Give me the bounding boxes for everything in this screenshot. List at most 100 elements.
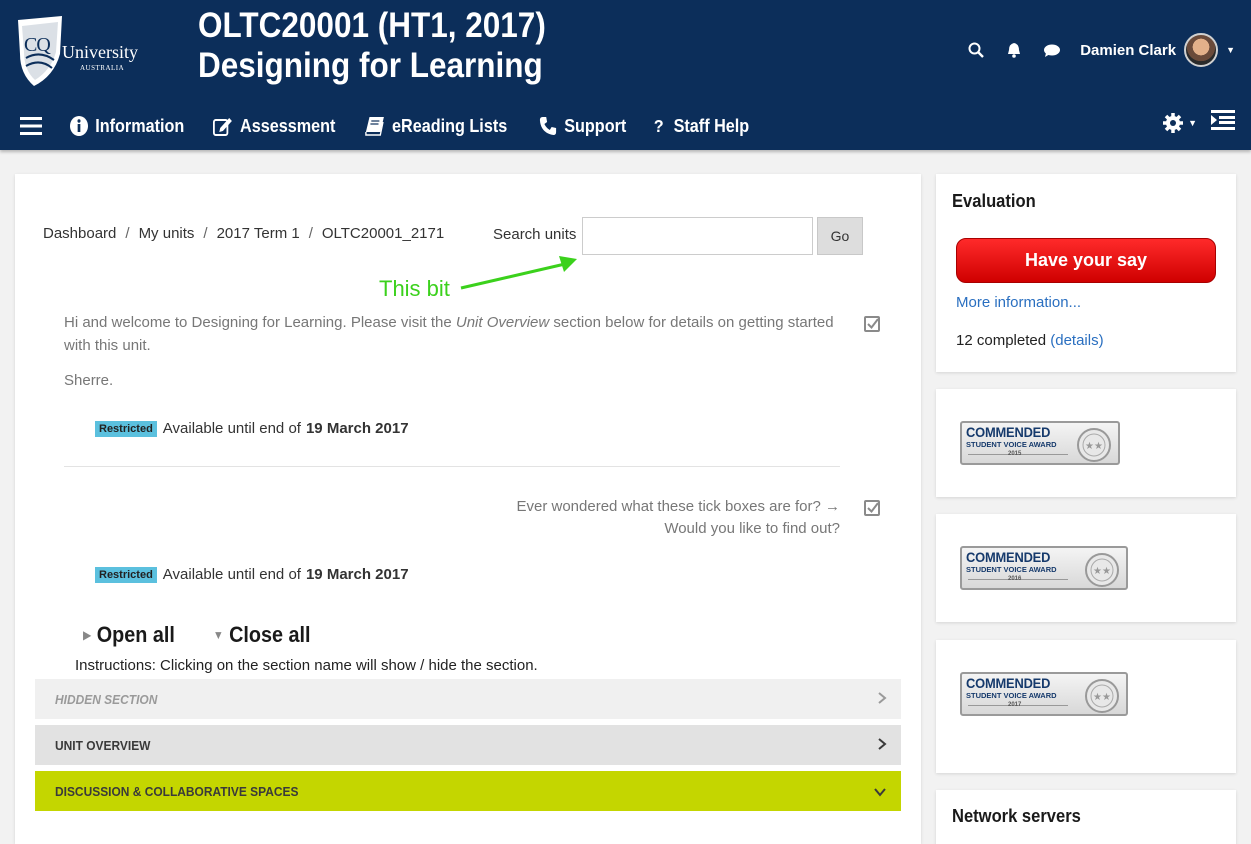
avatar[interactable]	[1184, 33, 1219, 67]
section-toggle-controls: ▶ Open all ▼ Close all	[83, 622, 349, 648]
check-icon	[867, 502, 879, 514]
award-title: COMMENDED	[966, 424, 1051, 440]
section-instructions: Instructions: Clicking on the section na…	[75, 657, 538, 674]
completed-text: 12 completed	[956, 332, 1047, 349]
welcome-message: Hi and welcome to Designing for Learning…	[64, 311, 834, 357]
evaluation-title: Evaluation	[952, 191, 1036, 211]
sidebar-toggle-icon[interactable]	[1211, 110, 1235, 135]
site-header: CQ University AUSTRALIA OLTC20001 (HT1, …	[0, 0, 1251, 150]
caret-right-icon: ▶	[83, 628, 92, 642]
laurel-seal-icon: ★★	[1077, 428, 1111, 462]
nav-item-assessment[interactable]: Assessment	[213, 116, 335, 137]
completion-checkbox[interactable]	[864, 500, 880, 516]
award-year: 2015	[1008, 451, 1022, 457]
evaluation-block: Evaluation Have your say More informatio…	[936, 174, 1236, 372]
restriction-date: 19 March 2017	[305, 566, 409, 583]
svg-text:?: ?	[654, 116, 664, 136]
tick-question-line2: Would you like to find out?	[664, 520, 840, 537]
hamburger-menu-icon[interactable]	[20, 117, 50, 135]
more-information-link[interactable]: More information...	[956, 294, 1081, 311]
section-label: UNIT OVERVIEW	[55, 737, 151, 753]
completed-count: 12 completed (details)	[956, 332, 1104, 349]
logo-university-text: University	[62, 42, 138, 62]
messages-icon[interactable]	[1042, 40, 1062, 60]
search-go-button[interactable]: Go	[817, 217, 863, 255]
question-icon: ?	[654, 116, 664, 136]
breadcrumb: Dashboard / My units / 2017 Term 1 / OLT…	[43, 225, 444, 242]
tick-box-question[interactable]: Ever wondered what these tick boxes are …	[517, 496, 841, 540]
network-servers-block: Network servers	[936, 790, 1236, 844]
breadcrumb-separator: /	[203, 225, 208, 242]
svg-text:★★: ★★	[1093, 566, 1111, 577]
chevron-down-icon: ▼	[1188, 117, 1197, 128]
details-link[interactable]: (details)	[1050, 332, 1103, 349]
cqu-logo[interactable]: CQ University AUSTRALIA	[10, 12, 145, 92]
chevron-right-icon	[878, 738, 887, 750]
phone-icon	[539, 117, 557, 135]
completion-checkbox[interactable]	[864, 316, 880, 332]
search-units-input[interactable]	[582, 217, 813, 255]
laurel-seal-icon: ★★	[1085, 553, 1119, 587]
welcome-text: Hi and welcome to Designing for Learning…	[64, 314, 456, 331]
nav-item-label: Assessment	[240, 115, 336, 136]
close-all-label: Close all	[229, 622, 311, 647]
divider	[64, 466, 840, 467]
search-icon[interactable]	[966, 40, 986, 60]
chevron-down-icon[interactable]: ▼	[1226, 45, 1235, 55]
course-title[interactable]: Designing for Learning	[198, 46, 543, 86]
restriction-text: Available until end of	[162, 566, 301, 583]
close-all-button[interactable]: ▼ Close all	[213, 622, 311, 648]
caret-down-icon: ▼	[213, 628, 224, 642]
bell-icon[interactable]	[1004, 40, 1024, 60]
nav-item-label: Support	[564, 115, 627, 136]
restricted-badge: Restricted	[95, 420, 157, 437]
restriction-text: Available until end of	[162, 420, 301, 437]
award-year: 2016	[1008, 576, 1022, 582]
award-subtitle: STUDENT VOICE AWARD	[966, 440, 1057, 449]
course-code: OLTC20001 (HT1, 2017)	[198, 6, 546, 45]
section-discussion[interactable]: DISCUSSION & COLLABORATIVE SPACES	[35, 771, 901, 811]
award-subtitle: STUDENT VOICE AWARD	[966, 565, 1057, 574]
check-icon	[867, 318, 879, 330]
svg-text:★★: ★★	[1085, 441, 1103, 452]
breadcrumb-separator: /	[125, 225, 130, 242]
tick-question-line1: Ever wondered what these tick boxes are …	[516, 498, 841, 515]
chevron-down-icon	[874, 788, 886, 797]
award-badge: COMMENDED STUDENT VOICE AWARD 2017 ★★	[960, 672, 1128, 716]
nav-item-ereading-lists[interactable]: eReading Lists	[365, 116, 507, 137]
nav-item-label: Information	[95, 115, 185, 136]
nav-item-staff-help[interactable]: ? Staff Help	[652, 116, 749, 137]
annotation-label: This bit	[379, 276, 450, 301]
breadcrumb-my-units[interactable]: My units	[139, 225, 195, 242]
nav-item-information[interactable]: Information	[70, 116, 184, 137]
breadcrumb-dashboard[interactable]: Dashboard	[43, 225, 116, 242]
restricted-badge: Restricted	[95, 566, 157, 583]
open-all-button[interactable]: ▶ Open all	[83, 622, 175, 648]
logo-cq-text: CQ	[24, 34, 51, 56]
breadcrumb-term[interactable]: 2017 Term 1	[217, 225, 300, 242]
user-menu-bar: Damien Clark ▼	[966, 30, 1235, 70]
nav-item-support[interactable]: Support	[539, 116, 626, 137]
have-your-say-button[interactable]: Have your say	[956, 238, 1216, 283]
user-name[interactable]: Damien Clark	[1080, 42, 1176, 59]
section-unit-overview[interactable]: UNIT OVERVIEW	[35, 725, 901, 765]
section-label: HIDDEN SECTION	[55, 691, 158, 707]
info-icon	[70, 116, 88, 136]
breadcrumb-unit[interactable]: OLTC20001_2171	[322, 225, 444, 242]
award-badge: COMMENDED STUDENT VOICE AWARD 2015 ★★	[960, 421, 1120, 465]
open-all-label: Open all	[96, 622, 175, 647]
award-subtitle: STUDENT VOICE AWARD	[966, 691, 1057, 700]
annotation-arrow	[460, 256, 577, 290]
book-icon	[365, 117, 384, 136]
network-servers-title: Network servers	[952, 806, 1081, 826]
nav-tools: ▼	[1162, 110, 1235, 135]
gear-icon[interactable]: ▼	[1162, 112, 1197, 134]
section-hidden[interactable]: HIDDEN SECTION	[35, 679, 901, 719]
award-block: COMMENDED STUDENT VOICE AWARD 2017 ★★	[936, 640, 1236, 773]
restriction-row: Restricted Available until end of 19 Mar…	[95, 566, 409, 583]
restriction-row: Restricted Available until end of 19 Mar…	[95, 420, 409, 437]
breadcrumb-separator: /	[308, 225, 313, 242]
award-badge: COMMENDED STUDENT VOICE AWARD 2016 ★★	[960, 546, 1128, 590]
logo-country-text: AUSTRALIA	[80, 64, 125, 72]
chevron-right-icon	[878, 692, 887, 704]
